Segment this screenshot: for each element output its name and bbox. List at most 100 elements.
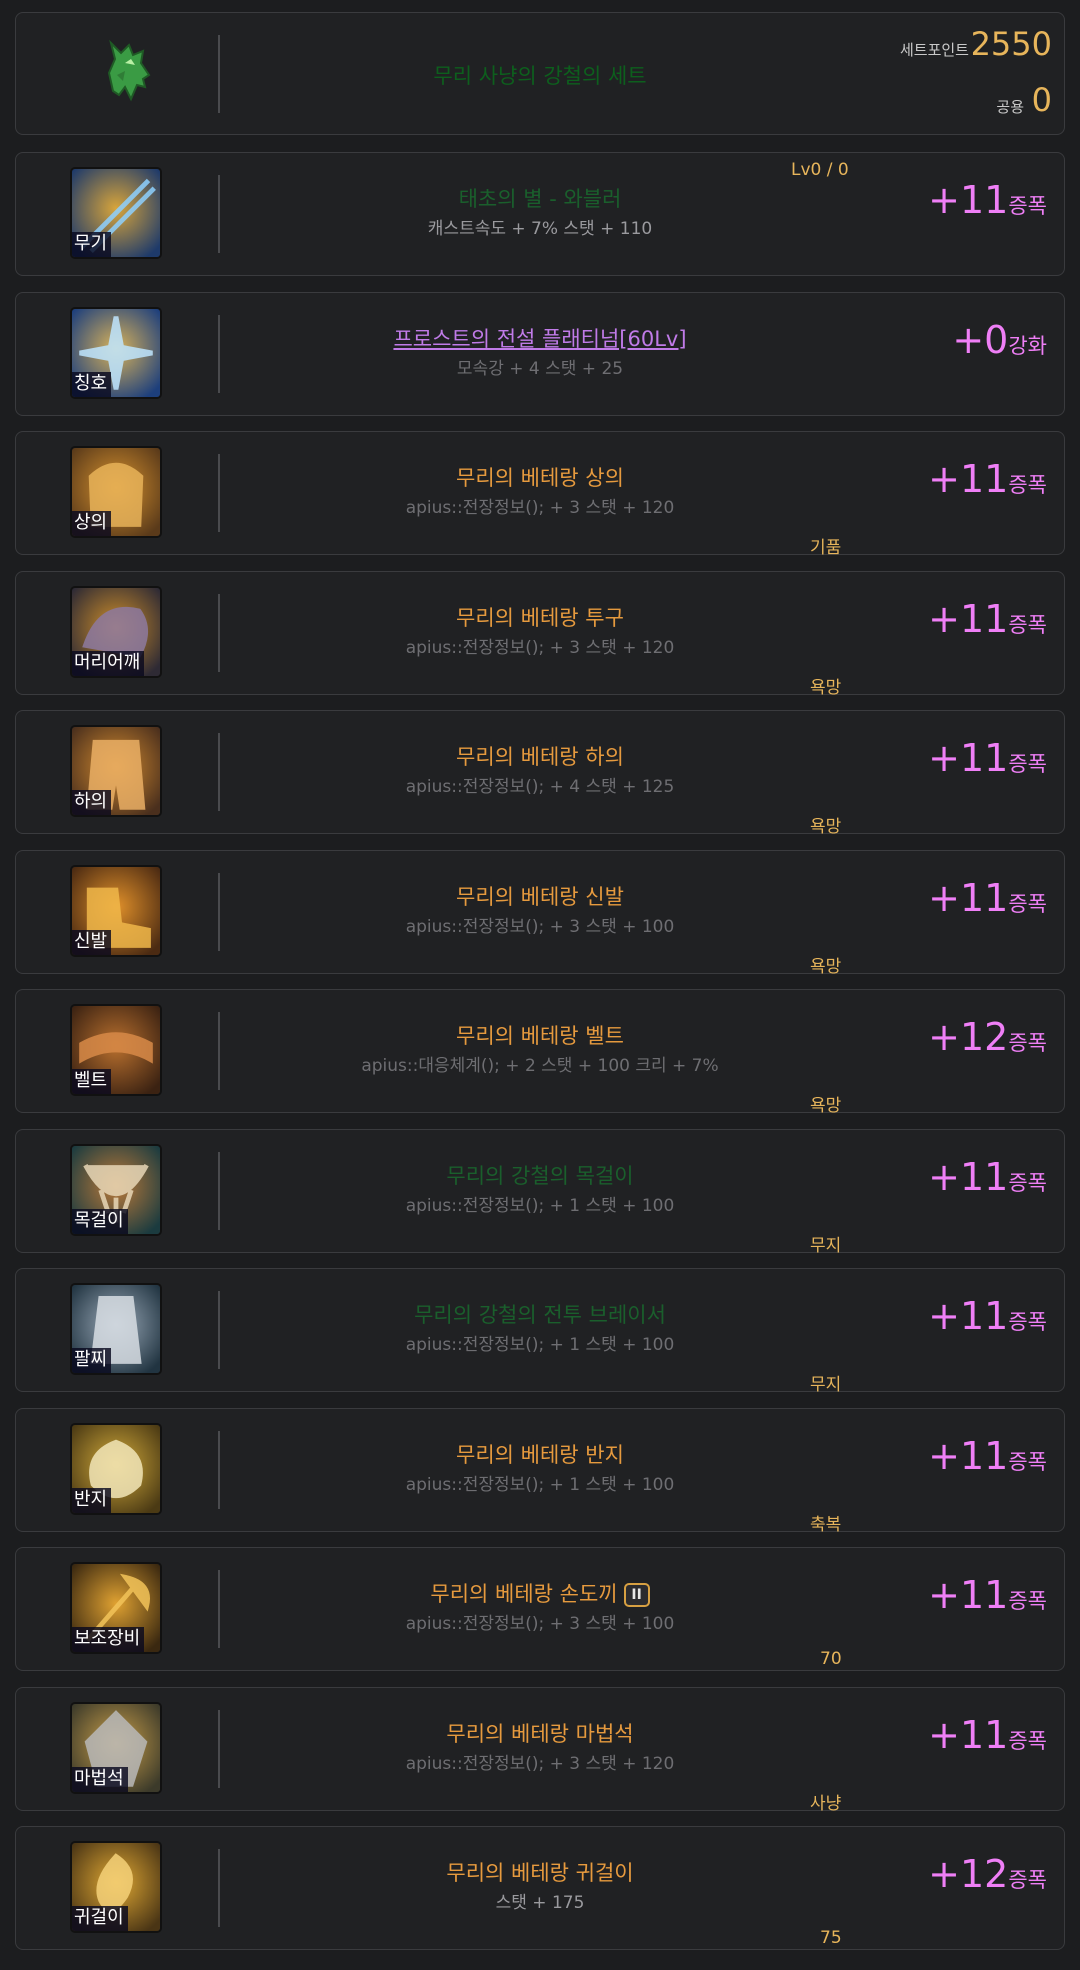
common-value: 0 <box>1031 81 1052 119</box>
item-name[interactable]: 무리의 강철의 목걸이 <box>218 1160 862 1190</box>
item-stats: apius::전장정보(); + 4 스탯 + 125 <box>405 777 675 797</box>
enhance-level: +11증폭 <box>928 736 1047 780</box>
slot-label: 목걸이 <box>72 1208 128 1234</box>
belt-icon[interactable]: 벨트 <box>70 1004 162 1096</box>
item-stats: 캐스트속도 + 7% 스탯 + 110 <box>427 219 653 239</box>
slot-label: 무기 <box>72 232 112 257</box>
enhance-type: 강화 <box>1008 333 1047 358</box>
slot-label: 마법석 <box>72 1766 128 1792</box>
item-level: Lv0 / 0 <box>791 160 849 180</box>
equipment-row[interactable]: 하의 무리의 베테랑 하의apius::전장정보(); + 4 스탯 + 125욕… <box>15 710 1065 837</box>
item-name-text: 무리의 강철의 전투 브레이서 <box>414 1303 666 1327</box>
slot-label: 신발 <box>72 929 112 955</box>
enhance-type: 증폭 <box>1008 1449 1047 1474</box>
set-name: 무리 사냥의 강철의 세트 <box>433 64 647 88</box>
item-note: 무지 <box>810 1235 842 1256</box>
item-note: 기품 <box>810 538 842 558</box>
enhance-type: 증폭 <box>1008 1310 1047 1334</box>
set-point-value: 2550 <box>970 25 1052 63</box>
tier-badge: II <box>623 1583 650 1607</box>
equipment-row[interactable]: 마법석 무리의 베테랑 마법석 apius::전장정보(); + 3 스탯 + 12… <box>15 1686 1065 1814</box>
enhance-value: +11 <box>928 1154 1009 1199</box>
item-note: 욕망 <box>810 817 842 837</box>
equipment-row[interactable]: 보조장비 무리의 베테랑 손도끼 II apius::전장정보(); + 3 스탯 +… <box>15 1547 1065 1671</box>
wolf-icon <box>91 29 171 109</box>
slot-label: 상의 <box>72 511 112 536</box>
enhance-level: +11증폭 <box>928 457 1047 501</box>
equipment-row[interactable]: 머리어깨 무리의 베테랑 투구 apius::전장정보(); + 3 스탯 + 12… <box>15 570 1065 698</box>
magic-stone-icon[interactable]: 마법석 <box>70 1701 162 1794</box>
enhance-level: +11증폭 <box>928 1294 1047 1338</box>
item-name[interactable]: 태초의 별 - 와블러 <box>218 183 862 213</box>
item-note: 무지 <box>810 1375 842 1395</box>
item-name[interactable]: 무리의 베테랑 신발 <box>218 881 862 911</box>
enhance-level: +11증폭 <box>928 597 1047 641</box>
enhance-type: 증폭 <box>1008 891 1047 916</box>
enhance-value: +12 <box>928 1015 1009 1059</box>
equipment-row[interactable]: 반지 무리의 베테랑 반지apius::전장정보(); + 1 스탯 + 100축… <box>15 1407 1065 1535</box>
item-name-text: 무리의 베테랑 벨트 <box>456 1024 624 1048</box>
top-armor-icon[interactable]: 상의 <box>70 446 162 538</box>
item-name[interactable]: 무리의 베테랑 투구 <box>218 602 862 632</box>
equipment-row[interactable]: 무기 태초의 별 - 와블러캐스트속도 + 7% 스탯 + 110 Lv0 / 0 +… <box>15 152 1065 276</box>
enhance-value: +11 <box>928 736 1009 780</box>
item-note: 축복 <box>810 1514 842 1535</box>
enhance-type: 증폭 <box>1008 612 1047 637</box>
enhance-level: +12증폭 <box>928 1852 1047 1896</box>
enhance-level: +11증폭 <box>928 1434 1047 1478</box>
equipment-row[interactable]: 신발 무리의 베테랑 신발 apius::전장정보(); + 3 스탯 + 100 욕… <box>15 849 1065 977</box>
item-note: 75 <box>820 1928 842 1948</box>
equipment-row[interactable]: 상의 무리의 베테랑 상의apius::전장정보(); + 3 스탯 + 120기… <box>15 431 1065 558</box>
enhance-value: +11 <box>928 178 1009 222</box>
equipment-row[interactable]: 목걸이 무리의 강철의 목걸이apius::전장정보(); + 1 스탯 + 10… <box>15 1128 1065 1256</box>
pants-icon[interactable]: 하의 <box>70 725 162 817</box>
set-point-label: 세트포인트 <box>899 41 969 59</box>
item-name-text: 무리의 베테랑 마법석 <box>446 1721 634 1746</box>
item-name[interactable]: 무리의 강철의 전투 브레이서 <box>218 1299 862 1329</box>
shoulder-icon[interactable]: 머리어깨 <box>70 585 162 678</box>
item-name[interactable]: 무리의 베테랑 벨트 <box>218 1020 862 1050</box>
enhance-value: +11 <box>928 875 1009 920</box>
item-name-text: 무리의 베테랑 반지 <box>456 1442 624 1467</box>
sub-equipment-icon[interactable]: 보조장비 <box>70 1562 162 1654</box>
item-name[interactable]: 무리의 베테랑 반지 <box>218 1439 862 1469</box>
item-stats: apius::전장정보(); + 1 스탯 + 100 <box>405 1335 675 1355</box>
enhance-value: +11 <box>928 596 1009 641</box>
enhance-type: 증폭 <box>1008 473 1047 497</box>
enhance-level: +11증폭 <box>928 1155 1047 1199</box>
equipment-row[interactable]: 벨트 무리의 베테랑 벨트 apius::대응체계(); + 2 스탯 + 100 … <box>15 989 1065 1116</box>
slot-label: 팔찌 <box>72 1348 112 1373</box>
item-note: 욕망 <box>810 956 842 977</box>
item-note: 70 <box>820 1649 842 1669</box>
ring-icon[interactable]: 반지 <box>70 1422 162 1515</box>
weapon-icon[interactable]: 무기 <box>70 167 162 259</box>
item-stats: 모속강 + 4 스탯 + 25 <box>456 358 624 379</box>
bracelet-icon[interactable]: 팔찌 <box>70 1283 162 1375</box>
item-stats: apius::전장정보(); + 3 스탯 + 120 <box>405 498 675 518</box>
item-name[interactable]: 무리의 베테랑 하의 <box>218 741 862 771</box>
item-name[interactable]: 무리의 베테랑 상의 <box>218 462 862 492</box>
item-name-text: 무리의 베테랑 상의 <box>456 466 624 490</box>
title-icon[interactable]: 칭호 <box>70 306 162 399</box>
necklace-icon[interactable]: 목걸이 <box>70 1143 162 1236</box>
equipment-row[interactable]: 칭호 프로스트의 전설 플래티넘[60Lv] 모속강 + 4 스탯 + 25 +0강화 <box>15 291 1065 416</box>
item-name-text: 무리의 베테랑 귀걸이 <box>446 1861 634 1885</box>
item-name[interactable]: 프로스트의 전설 플래티넘[60Lv] <box>218 323 862 353</box>
enhance-level: +0강화 <box>952 318 1047 362</box>
item-stats: apius::전장정보(); + 1 스탯 + 100 <box>405 1474 675 1495</box>
slot-label: 칭호 <box>72 371 112 397</box>
equipment-row[interactable]: 팔찌 무리의 강철의 전투 브레이서apius::전장정보(); + 1 스탯 +… <box>15 1268 1065 1395</box>
item-name[interactable]: 무리의 베테랑 손도끼 II <box>218 1578 862 1608</box>
set-header-card[interactable]: 무리 사냥의 강철의 세트 세트포인트 2550 공용 0 <box>15 12 1065 135</box>
equipment-row[interactable]: 귀걸이 무리의 베테랑 귀걸이 스탯 + 175 75 +12증폭 <box>15 1826 1065 1950</box>
enhance-value: +11 <box>928 1573 1009 1617</box>
slot-label: 보조장비 <box>72 1627 145 1652</box>
item-name[interactable]: 무리의 베테랑 귀걸이 <box>218 1857 862 1887</box>
earring-icon[interactable]: 귀걸이 <box>70 1841 162 1933</box>
item-stats: apius::전장정보(); + 1 스탯 + 100 <box>405 1195 675 1216</box>
item-name-text: 무리의 베테랑 하의 <box>456 745 624 769</box>
item-name-text: 무리의 강철의 목걸이 <box>446 1163 634 1188</box>
shoes-icon[interactable]: 신발 <box>70 864 162 957</box>
enhance-value: +11 <box>928 1433 1009 1478</box>
item-name[interactable]: 무리의 베테랑 마법석 <box>218 1718 862 1748</box>
